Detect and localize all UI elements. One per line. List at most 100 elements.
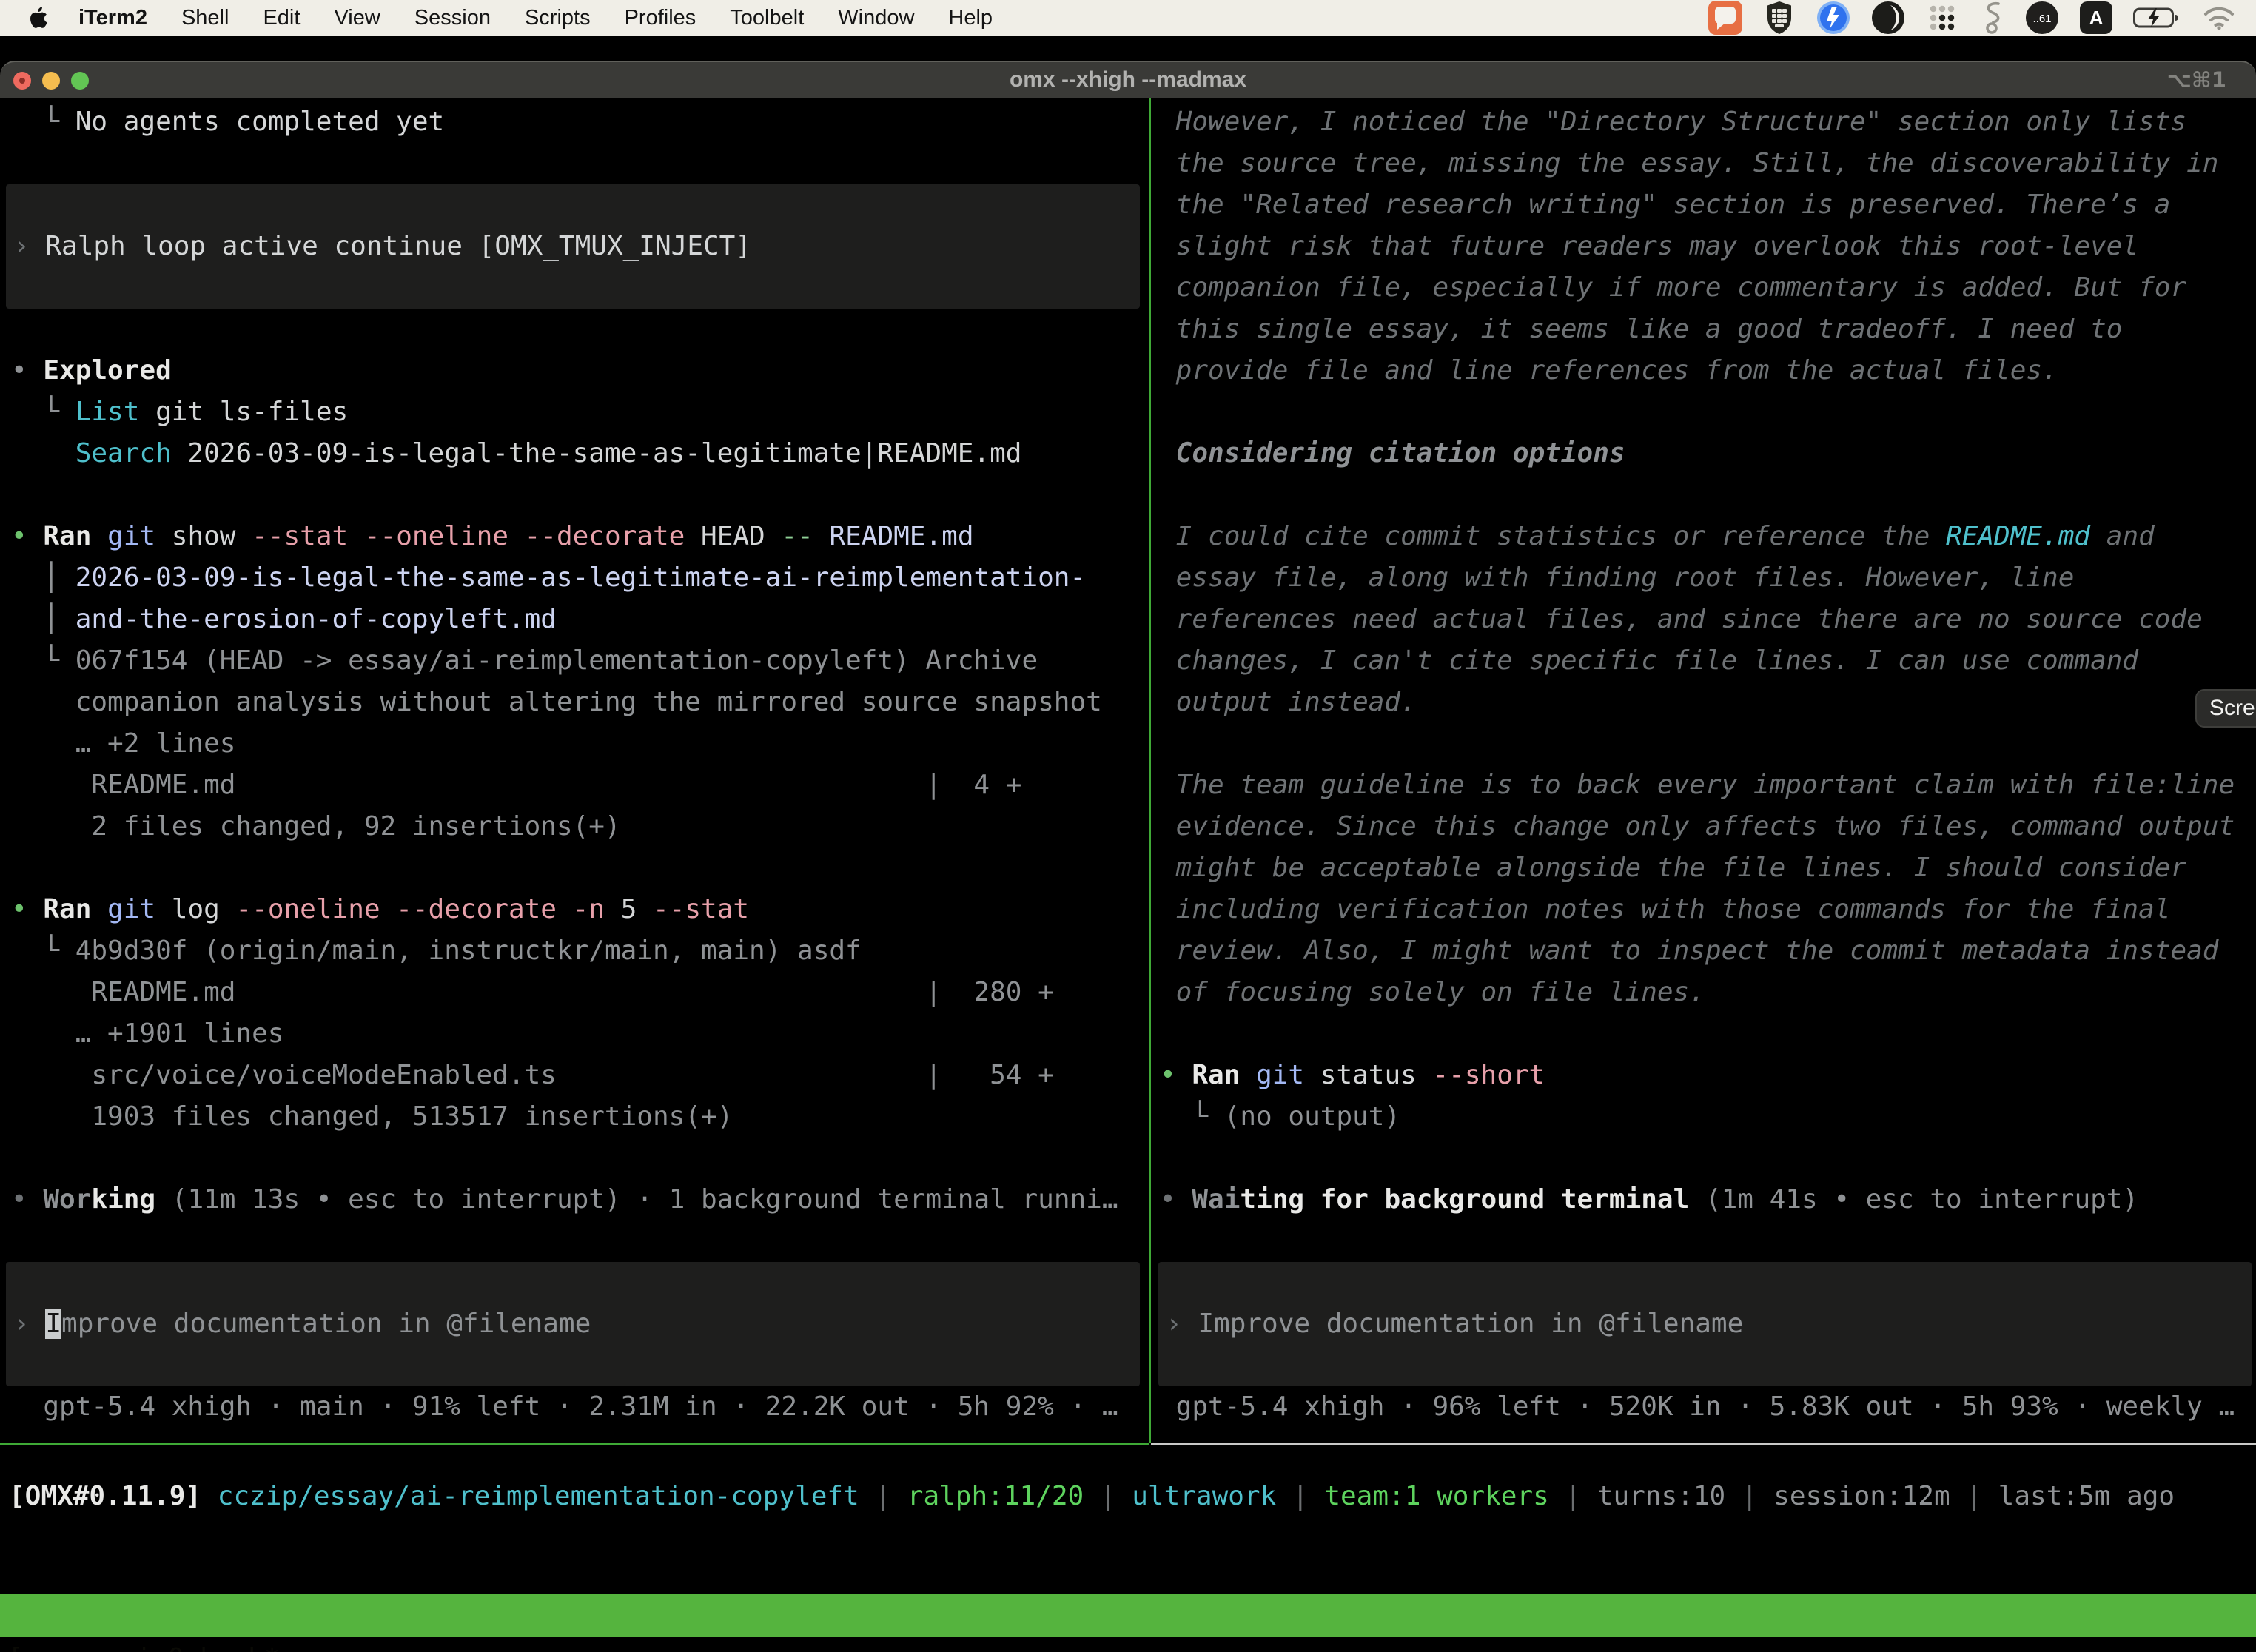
text-segment: --oneline --decorate -n xyxy=(235,894,605,924)
text-segment: README.md xyxy=(1946,521,2090,551)
menu-shell[interactable]: Shell xyxy=(181,6,229,30)
apple-menu-icon[interactable] xyxy=(27,5,49,30)
menu-profiles[interactable]: Profiles xyxy=(625,6,696,30)
text-segment: companion analysis without altering the … xyxy=(11,687,1102,717)
terminal-line: review. Also, I might want to inspect th… xyxy=(1160,930,2256,972)
ralph-status-panel[interactable]: › Ralph loop active continue [OMX_TMUX_I… xyxy=(6,184,1140,309)
text-segment: slight risk that future readers may over… xyxy=(1160,231,2138,261)
terminal-line: • Ran git status --short xyxy=(1160,1055,2256,1096)
terminal-line xyxy=(11,474,1149,516)
text-segment: references need actual files, and since … xyxy=(1160,604,2203,634)
menu-toolbelt[interactable]: Toolbelt xyxy=(730,6,804,30)
menu-help[interactable]: Help xyxy=(948,6,993,30)
panel-line: › Ralph loop active continue [OMX_TMUX_I… xyxy=(13,226,751,267)
text-segment: Ralph loop active continue [OMX_TMUX_INJ… xyxy=(45,231,751,261)
text-segment: essay file, along with finding root file… xyxy=(1160,563,2074,593)
text-segment: provide file and line references from th… xyxy=(1160,355,2058,386)
terminal-line: └ No agents completed yet xyxy=(11,101,1149,143)
dial-pad-icon[interactable] xyxy=(1926,1,1958,34)
text-segment: including verification notes with those … xyxy=(1160,894,2170,924)
terminal-line: Considering citation options xyxy=(1160,433,2256,474)
terminal-line: • Ran git show --stat --oneline --decora… xyxy=(11,516,1149,557)
text-segment: | xyxy=(1725,1481,1773,1511)
pane-bottom-border-right xyxy=(1151,1443,2256,1446)
text-segment: this single essay, it seems like a good … xyxy=(1160,314,2122,344)
window-title-bar[interactable]: omx --xhigh --madmax ⌥⌘1 xyxy=(0,61,2256,98)
text-segment: | xyxy=(1084,1481,1132,1511)
text-segment: │ xyxy=(11,563,75,593)
text-segment: • xyxy=(11,521,43,551)
agent-pane-right[interactable]: However, I noticed the "Directory Struct… xyxy=(1151,101,2256,1434)
desktop: iTerm2 Shell Edit View Session Scripts Profile… xyxy=(0,0,2256,1652)
terminal-line: changes, I can't cite specific file line… xyxy=(1160,640,2256,682)
text-segment: | xyxy=(1549,1481,1597,1511)
battery-percent-icon[interactable]: ..61 xyxy=(2025,1,2059,35)
prompt-input-left[interactable]: › Improve documentation in @filename xyxy=(6,1262,1140,1386)
text-segment: ting for background terminal xyxy=(1240,1184,1689,1215)
prompt-input-right[interactable]: › Improve documentation in @filename xyxy=(1158,1262,2252,1386)
text-segment: git xyxy=(1256,1060,1304,1090)
menu-edit[interactable]: Edit xyxy=(263,6,300,30)
menu-iterm2[interactable]: iTerm2 xyxy=(78,6,147,30)
text-segment: companion file, especially if more comme… xyxy=(1160,272,2186,303)
terminal: └ No agents completed yet › Ralph loop a… xyxy=(0,98,2256,1594)
terminal-line: … +2 lines xyxy=(11,723,1149,765)
terminal-line xyxy=(1160,474,2256,516)
terminal-line: • Working (11m 13s • esc to interrupt) ·… xyxy=(11,1179,1149,1220)
menu-window[interactable]: Window xyxy=(838,6,914,30)
terminal-line: evidence. Since this change only affects… xyxy=(1160,806,2256,847)
text-segment: Wai xyxy=(1192,1184,1240,1215)
wifi-icon[interactable] xyxy=(2203,5,2235,30)
letter-a-icon[interactable]: A xyxy=(2080,1,2112,34)
agent-pane-left[interactable]: └ No agents completed yet › Ralph loop a… xyxy=(0,101,1149,1434)
text-segment: › xyxy=(1166,1309,1198,1339)
text-segment: (11m 13s • esc to interrupt) · 1 backgro… xyxy=(155,1184,1118,1215)
text-segment: output instead. xyxy=(1160,687,1417,717)
tmux-status-bar: [omx-cczip0:bash* "MacBook-Pro-44.local"… xyxy=(0,1594,2256,1637)
text-segment: Ran xyxy=(1192,1060,1240,1090)
text-segment: 067f154 (HEAD -> essay/ai-reimplementati… xyxy=(75,645,1038,676)
text-segment: ultrawork xyxy=(1132,1481,1276,1511)
text-segment: README.md | 4 + xyxy=(11,770,1021,800)
text-segment xyxy=(201,1481,218,1511)
battery-charging-icon[interactable] xyxy=(2133,7,2182,29)
menu-bar: iTerm2 Shell Edit View Session Scripts Profile… xyxy=(0,0,2256,36)
text-segment: git xyxy=(107,521,155,551)
text-segment: • xyxy=(11,1184,43,1215)
terminal-line: src/voice/voiceModeEnabled.ts | 54 + xyxy=(11,1055,1149,1096)
text-segment: and xyxy=(2090,521,2155,551)
svg-text:A: A xyxy=(2089,7,2104,29)
terminal-line: gpt-5.4 xhigh · main · 91% left · 2.31M … xyxy=(11,1386,1149,1428)
text-segment: evidence. Since this change only affects… xyxy=(1160,811,2235,842)
text-segment: (1m 41s • esc to interrupt) xyxy=(1689,1184,2138,1215)
text-segment: git xyxy=(107,894,155,924)
text-segment: │ xyxy=(11,604,75,634)
text-segment: of focusing solely on file lines. xyxy=(1160,977,1705,1007)
text-segment: -- xyxy=(781,521,813,551)
text-segment: No agents completed yet xyxy=(75,107,445,137)
text-segment: Explored xyxy=(43,355,171,386)
text-segment: • xyxy=(11,355,43,386)
chat-bubble-icon[interactable] xyxy=(1708,1,1742,35)
menu-scripts[interactable]: Scripts xyxy=(525,6,591,30)
terminal-line xyxy=(1160,1013,2256,1055)
menu-session[interactable]: Session xyxy=(414,6,491,30)
panel-line: › Improve documentation in @filename xyxy=(13,1303,591,1345)
terminal-line: output instead. xyxy=(1160,682,2256,723)
text-segment: However, I noticed the "Directory Struct… xyxy=(1160,107,2186,137)
shield-grid-icon[interactable] xyxy=(1763,0,1796,36)
screen-notification[interactable]: Scre xyxy=(2195,689,2256,728)
badge-bolt-icon[interactable] xyxy=(1816,1,1850,35)
text-segment: king xyxy=(91,1184,155,1215)
menu-view[interactable]: View xyxy=(334,6,380,30)
terminal-line xyxy=(11,847,1149,889)
text-segment: --stat xyxy=(653,894,749,924)
terminal-line xyxy=(1160,723,2256,765)
terminal-line xyxy=(1160,1138,2256,1179)
moon-contrast-icon[interactable] xyxy=(1871,1,1905,35)
text-segment: the source tree, missing the essay. Stil… xyxy=(1160,148,2218,178)
text-segment: └ xyxy=(11,645,75,676)
squiggle-icon[interactable] xyxy=(1979,1,2004,35)
text-segment: and-the-erosion-of-copyleft.md xyxy=(75,604,557,634)
terminal-line xyxy=(1160,392,2256,433)
